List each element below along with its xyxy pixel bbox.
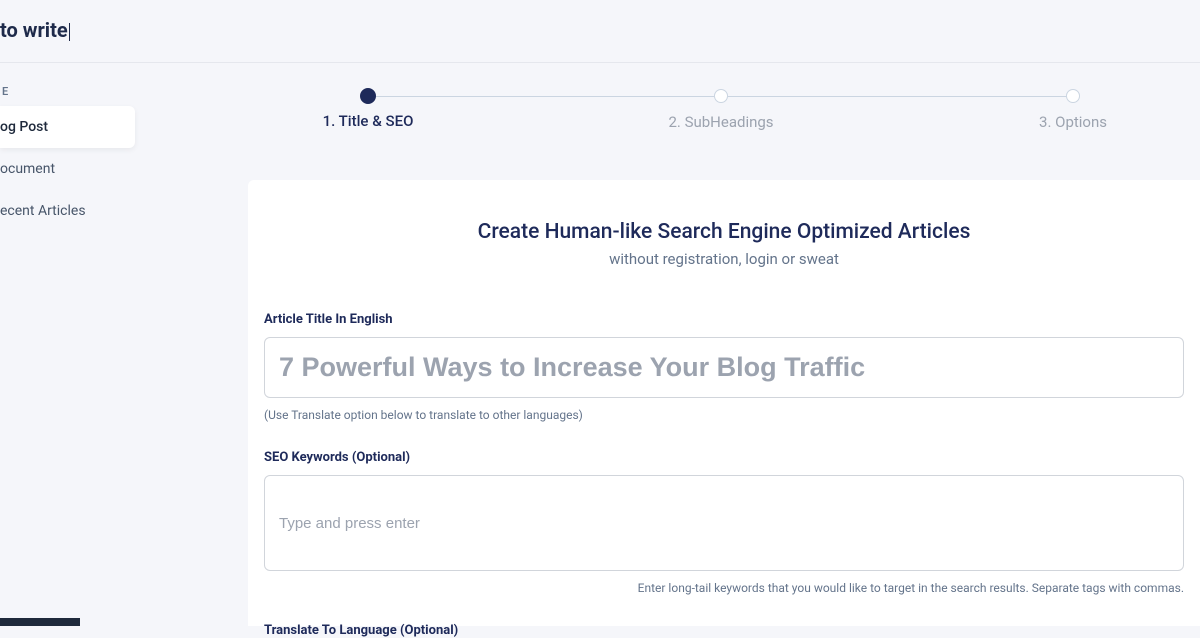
sidebar: E og Post ocument ecent Articles [0,85,135,232]
step-connector [376,96,714,97]
field-group-translate: Translate To Language (Optional) [264,623,1184,638]
card-subtitle: without registration, login or sweat [264,250,1184,268]
bottom-bar [0,618,80,626]
step-label: 2. SubHeadings [668,113,773,131]
seo-keywords-hint: Enter long-tail keywords that you would … [264,581,1184,595]
step-subheadings[interactable]: 2. SubHeadings [714,89,728,103]
step-circle-icon [1066,89,1080,103]
article-title-label: Article Title In English [264,312,1184,327]
step-options[interactable]: 3. Options [1066,89,1080,103]
field-group-article-title: Article Title In English (Use Translate … [264,312,1184,422]
seo-keywords-box[interactable] [264,475,1184,571]
step-title-seo[interactable]: 1. Title & SEO [360,88,376,104]
page-header-text: to write [0,18,70,42]
field-group-seo-keywords: SEO Keywords (Optional) Enter long-tail … [264,450,1184,595]
sidebar-item-label: og Post [0,119,48,135]
sidebar-item-blog-post[interactable]: og Post [0,106,135,148]
step-circle-icon [714,89,728,103]
header-divider [0,62,1200,63]
step-label: 1. Title & SEO [323,112,414,130]
cursor-icon [69,23,70,41]
seo-keywords-input[interactable] [279,515,1169,532]
card-title: Create Human-like Search Engine Optimize… [264,220,1184,244]
sidebar-item-label: ocument [0,161,55,177]
translate-label: Translate To Language (Optional) [264,623,1184,638]
sidebar-item-document[interactable]: ocument [0,148,135,190]
article-title-input[interactable] [264,337,1184,398]
sidebar-item-recent-articles[interactable]: ecent Articles [0,190,135,232]
sidebar-item-label: ecent Articles [0,203,86,219]
step-connector [728,96,1066,97]
seo-keywords-label: SEO Keywords (Optional) [264,450,1184,465]
progress-stepper: 1. Title & SEO 2. SubHeadings 3. Options [360,88,1080,104]
header-title-fragment: to write [0,18,68,42]
main-form-card: Create Human-like Search Engine Optimize… [248,180,1200,626]
step-label: 3. Options [1039,113,1107,131]
article-title-hint: (Use Translate option below to translate… [264,408,1184,422]
sidebar-section-label: E [0,85,135,98]
step-circle-icon [360,88,376,104]
